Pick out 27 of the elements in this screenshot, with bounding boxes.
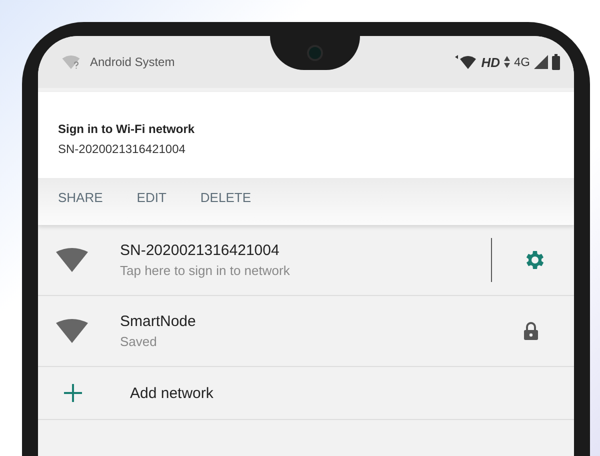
action-button[interactable]: SHARE <box>58 190 103 205</box>
wifi-icon <box>56 319 88 343</box>
notification-text: SN-2020021316421004 <box>57 142 186 156</box>
notification-title: Sign in to Wi-Fi network <box>57 122 196 136</box>
lock-icon <box>524 322 538 340</box>
action-button[interactable]: EDIT <box>136 190 166 205</box>
data-arrows-icon <box>504 56 510 68</box>
signal-icon <box>534 55 548 69</box>
wifi-icon <box>56 248 88 272</box>
notification-card[interactable]: Sign in to Wi-Fi network SN-2020021316421004 SHARE EDIT DELETE <box>38 92 574 225</box>
network-type: 4G <box>514 55 530 69</box>
wifi-icon <box>455 55 478 69</box>
network-row[interactable]: SN-2020021316421004 Tap here to sign in to network <box>38 225 574 296</box>
add-network-label: Add network <box>130 384 214 402</box>
battery-icon <box>552 54 560 70</box>
network-row[interactable]: SmartNode Saved <box>38 296 574 367</box>
network-status: Saved <box>120 334 158 349</box>
add-network-row[interactable]: Add network <box>38 367 574 420</box>
plus-icon <box>64 384 82 402</box>
camera-icon <box>307 45 323 61</box>
app-name: Android System <box>90 55 175 69</box>
network-name: SmartNode <box>120 313 197 330</box>
wifi-question-icon <box>62 55 80 69</box>
network-status: Tap here to sign in to network <box>120 263 291 278</box>
hd-indicator: HD <box>481 54 500 70</box>
action-button[interactable]: DELETE <box>200 190 251 205</box>
network-name: SN-2020021316421004 <box>120 242 280 259</box>
